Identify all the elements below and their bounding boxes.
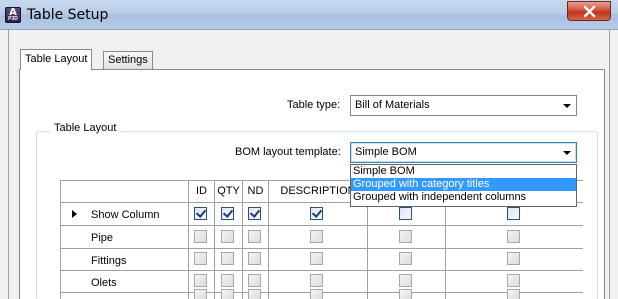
checkbox-r1-c0[interactable]	[194, 230, 207, 243]
checkbox-r2-c4[interactable]	[399, 252, 412, 265]
column-header-id[interactable]: ID	[189, 183, 214, 200]
close-icon	[583, 5, 596, 18]
bom-template-options-list[interactable]: Simple BOM Grouped with category titles …	[350, 164, 577, 207]
checkbox-r2-c3[interactable]	[310, 252, 323, 265]
checkbox-r1-c2[interactable]	[248, 230, 261, 243]
checkbox-r4-c5[interactable]	[507, 289, 520, 299]
checkbox-r0-c0[interactable]	[194, 207, 207, 220]
column-header-qty[interactable]: QTY	[215, 183, 242, 200]
checkbox-r0-c1[interactable]	[221, 207, 234, 220]
checkbox-r3-c0[interactable]	[194, 274, 207, 287]
current-row-indicator	[72, 210, 77, 218]
option-grouped-with-category-titles[interactable]: Grouped with category titles	[351, 178, 576, 191]
chevron-down-icon	[563, 151, 571, 155]
checkbox-r4-c2[interactable]	[248, 289, 261, 299]
option-simple-bom[interactable]: Simple BOM	[351, 165, 576, 178]
checkbox-r4-c0[interactable]	[194, 289, 207, 299]
checkbox-r2-c5[interactable]	[507, 252, 520, 265]
table-type-dropdown[interactable]: Bill of Materials	[350, 95, 577, 116]
checkbox-r0-c2[interactable]	[248, 207, 261, 220]
title-bar[interactable]: A P3D Table Setup	[0, 0, 618, 30]
app-icon-sub: P3D	[8, 16, 18, 22]
checkbox-r3-c1[interactable]	[221, 274, 234, 287]
column-header-nd[interactable]: ND	[243, 183, 268, 200]
checkbox-r2-c2[interactable]	[248, 252, 261, 265]
bom-template-label: BOM layout template:	[235, 146, 341, 158]
close-button[interactable]	[567, 1, 611, 21]
checkbox-r0-c5[interactable]	[507, 207, 520, 220]
row-label-fittings: Fittings	[91, 255, 127, 267]
checkbox-r4-c4[interactable]	[399, 289, 412, 299]
tab-settings[interactable]: Settings	[103, 51, 153, 69]
table-type-value: Bill of Materials	[355, 99, 430, 111]
groupbox-title: Table Layout	[50, 122, 121, 134]
chevron-down-icon	[563, 104, 571, 108]
bom-template-value: Simple BOM	[355, 146, 417, 158]
checkbox-r2-c0[interactable]	[194, 252, 207, 265]
window-title: Table Setup	[27, 7, 109, 23]
checkbox-r1-c3[interactable]	[310, 230, 323, 243]
checkbox-r4-c3[interactable]	[310, 289, 323, 299]
row-label-show-column: Show Column	[91, 209, 160, 221]
checkbox-r1-c4[interactable]	[399, 230, 412, 243]
bom-template-dropdown[interactable]: Simple BOM	[350, 142, 577, 163]
checkbox-r1-c5[interactable]	[507, 230, 520, 243]
checkbox-r3-c2[interactable]	[248, 274, 261, 287]
row-label-olets: Olets	[91, 277, 117, 289]
checkbox-r3-c4[interactable]	[399, 274, 412, 287]
checkbox-r2-c1[interactable]	[221, 252, 234, 265]
checkbox-r3-c5[interactable]	[507, 274, 520, 287]
checkbox-r0-c4[interactable]	[399, 207, 412, 220]
checkbox-r4-c1[interactable]	[221, 289, 234, 299]
option-grouped-with-independent-columns[interactable]: Grouped with independent columns	[351, 191, 576, 204]
app-icon: A P3D	[5, 7, 21, 23]
checkbox-r0-c3[interactable]	[310, 207, 323, 220]
table-type-label: Table type:	[287, 99, 341, 111]
checkbox-r1-c1[interactable]	[221, 230, 234, 243]
row-label-pipe: Pipe	[91, 232, 114, 244]
tab-table-layout[interactable]: Table Layout	[20, 49, 93, 70]
checkbox-r3-c3[interactable]	[310, 274, 323, 287]
